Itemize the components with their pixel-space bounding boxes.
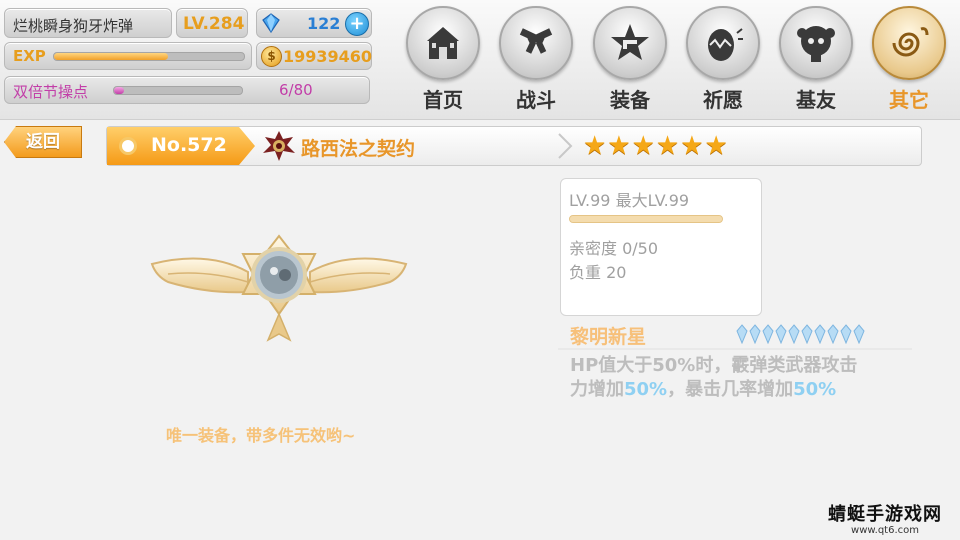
item-number: No.572: [151, 134, 227, 156]
skill-name: 黎明新星: [570, 326, 647, 348]
nav-equipment-label: 装备: [610, 88, 650, 112]
skill-crystal-icon: [827, 324, 839, 344]
level-line: LV.99 最大LV.99: [569, 191, 690, 210]
site-watermark: 蜻蜓手游戏网 www.qt6.com: [812, 500, 958, 538]
level-bar-fill: [570, 216, 722, 222]
nav-wish[interactable]: 祈愿: [680, 6, 766, 116]
watermark-title: 蜻蜓手游戏网: [828, 504, 942, 525]
unique-equipment-note: 唯一装备，带多件无效哟~: [166, 426, 356, 445]
equipment-emblem-icon: [150, 234, 408, 342]
chevron-right-icon: [558, 133, 573, 159]
double-points-label: 双倍节操点: [13, 83, 89, 101]
player-level-box: LV.284: [176, 8, 248, 38]
nav-other[interactable]: 其它: [866, 6, 952, 116]
gem-count: 122: [307, 14, 341, 33]
skill-crystal-icon: [853, 324, 865, 344]
skill-crystal-row: [736, 324, 865, 346]
nav-other-button[interactable]: [872, 6, 946, 80]
player-name: 烂桃瞬身狗牙炸弹: [13, 17, 134, 35]
nav-wish-button[interactable]: [686, 6, 760, 80]
skill-crystal-icon: [749, 324, 761, 344]
skill-crystal-icon: [814, 324, 826, 344]
double-points-bar-fill: [114, 87, 124, 94]
crossed-guns-icon: [519, 28, 553, 54]
nav-equipment-button[interactable]: [593, 6, 667, 80]
nav-battle-button[interactable]: [499, 6, 573, 80]
coin-counter: $ 19939460: [256, 42, 372, 70]
skill-desc-text-a: 力增加: [570, 379, 624, 400]
nav-home-button[interactable]: [406, 6, 480, 80]
rarity-stars: ★★★★★★: [583, 131, 729, 161]
skill-divider: [558, 348, 912, 350]
nav-other-label: 其它: [889, 88, 929, 112]
skill-crystal-icon: [736, 324, 748, 344]
double-points-bar: [113, 86, 243, 95]
level-bar: [569, 215, 723, 223]
badge-dot-icon: [119, 137, 137, 155]
skill-crystal-icon: [762, 324, 774, 344]
winged-crest-icon: [263, 131, 295, 161]
egg-icon: [708, 28, 743, 61]
castle-icon: [427, 27, 459, 59]
watermark-url: www.qt6.com: [851, 525, 919, 536]
weight-line: 负重 20: [569, 263, 627, 282]
skill-crystal-icon: [788, 324, 800, 344]
player-name-box: 烂桃瞬身狗牙炸弹: [4, 8, 172, 38]
skill-desc-line-2: 力增加50%，暴击几率增加50%: [570, 378, 900, 402]
nav-friends-button[interactable]: [779, 6, 853, 80]
coin-icon: $: [261, 46, 282, 67]
skill-desc-text-b: ，暴击几率增加: [667, 379, 794, 400]
item-name: 路西法之契约: [301, 138, 416, 160]
skill-crystal-icon: [775, 324, 787, 344]
skill-desc-line-1: HP值大于50%时，霰弹类武器攻击: [570, 355, 858, 376]
character-face-icon: [797, 26, 835, 62]
exp-bar-fill: [54, 53, 168, 60]
exp-bar: [53, 52, 245, 61]
star-gun-icon: [611, 24, 649, 60]
player-level: LV.284: [183, 14, 245, 34]
skill-crystal-icon: [840, 324, 852, 344]
spiral-icon: [892, 27, 929, 57]
coin-count: 19939460: [283, 47, 373, 66]
diamond-icon: [262, 13, 280, 33]
nav-equipment[interactable]: 装备: [587, 6, 673, 116]
add-gems-button[interactable]: +: [345, 12, 369, 36]
nav-battle-label: 战斗: [516, 88, 556, 112]
nav-battle[interactable]: 战斗: [493, 6, 579, 116]
double-points-value: 6/80: [279, 81, 313, 99]
item-number-badge: No.572: [107, 127, 255, 165]
nav-friends-label: 基友: [796, 88, 836, 112]
skill-crystal-icon: [801, 324, 813, 344]
skill-description: HP值大于50%时，霰弹类武器攻击 力增加50%，暴击几率增加50%: [570, 354, 900, 402]
affinity-line: 亲密度 0/50: [569, 239, 659, 258]
nav-friends[interactable]: 基友: [773, 6, 859, 116]
item-title-strip: No.572 路西法之契约 ★★★★★★: [106, 126, 922, 166]
skill-desc-value-b: 50%: [793, 379, 837, 400]
gem-counter: 122 +: [256, 8, 372, 38]
nav-wish-label: 祈愿: [703, 88, 743, 112]
nav-home-label: 首页: [423, 88, 463, 112]
double-points-box: 双倍节操点 6/80: [4, 76, 370, 104]
exp-label: EXP: [13, 47, 46, 65]
skill-desc-value-a: 50%: [624, 379, 668, 400]
back-button[interactable]: 返回: [4, 126, 82, 158]
exp-box: EXP: [4, 42, 252, 70]
equipment-stats-card: LV.99 最大LV.99 亲密度 0/50 负重 20: [560, 178, 762, 316]
nav-home[interactable]: 首页: [400, 6, 486, 116]
